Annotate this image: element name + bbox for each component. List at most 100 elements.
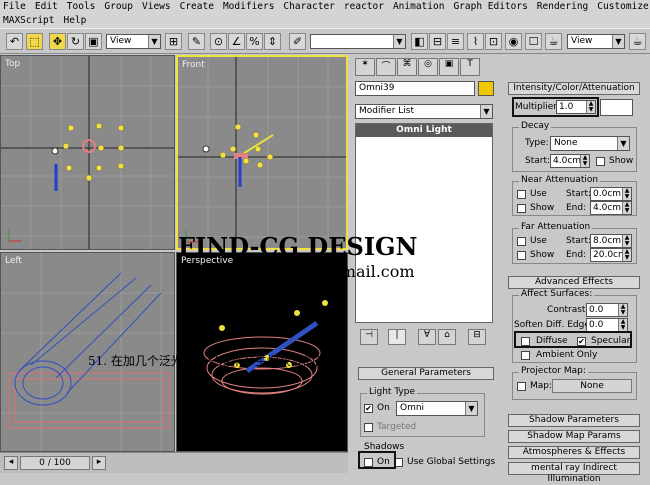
intensity-rollout[interactable]: Intensity/Color/Attenuation: [508, 82, 640, 95]
pin-stack-icon[interactable]: ⊣: [360, 329, 378, 345]
stack-item-omni-light[interactable]: Omni Light: [356, 124, 492, 137]
named-selection-select[interactable]: ▼: [310, 34, 406, 49]
projector-map-label: Projector Map:: [519, 366, 588, 376]
timeline-prev-button[interactable]: ◂: [4, 456, 18, 470]
percent-snap-icon[interactable]: %: [246, 33, 263, 50]
snap-icon[interactable]: ⊙: [210, 33, 227, 50]
show-end-result-icon[interactable]: |: [388, 329, 406, 345]
near-end-spinner[interactable]: 4.0cm ▲ ▼: [590, 201, 632, 215]
undo-icon[interactable]: ↶: [6, 33, 23, 50]
menu-item-maxscript[interactable]: MAXScript: [3, 15, 54, 28]
shadow-parameters-rollout[interactable]: Shadow Parameters: [508, 414, 640, 427]
decay-type-select[interactable]: None ▼: [550, 136, 630, 151]
near-use-checkbox[interactable]: [517, 190, 526, 199]
near-end-label: End:: [566, 203, 587, 213]
advanced-effects-rollout[interactable]: Advanced Effects: [508, 276, 640, 289]
move-icon[interactable]: ✥: [49, 33, 66, 50]
near-show-checkbox[interactable]: [517, 204, 526, 213]
mental-ray-indirect-rollout[interactable]: mental ray Indirect Illumination: [508, 462, 640, 484]
create-tab-icon[interactable]: ✶: [355, 58, 375, 76]
shadows-highlight: [358, 451, 396, 469]
material-editor-icon[interactable]: ◉: [505, 33, 522, 50]
ambient-only-checkbox[interactable]: [521, 351, 530, 360]
light-type-select[interactable]: Omni ▼: [396, 401, 478, 416]
object-color-swatch[interactable]: [478, 81, 494, 96]
menu-item-reactor[interactable]: reactor: [344, 1, 384, 14]
light-color-swatch[interactable]: [600, 99, 633, 116]
modify-tab-icon[interactable]: ⌒: [376, 58, 396, 76]
schematic-icon[interactable]: ⊡: [485, 33, 502, 50]
decay-type-label: Type:: [525, 138, 549, 148]
mirror-icon[interactable]: ◧: [411, 33, 428, 50]
render-icon[interactable]: ☕: [545, 33, 562, 50]
viewport-front[interactable]: Front: [176, 55, 348, 250]
atmospheres-effects-rollout[interactable]: Atmospheres & Effects: [508, 446, 640, 459]
near-show-label: Show: [530, 203, 555, 213]
menu-item-edit[interactable]: Edit: [35, 1, 58, 14]
make-unique-icon[interactable]: ∀: [418, 329, 436, 345]
far-show-checkbox[interactable]: [517, 251, 526, 260]
menu-item-graph-editors[interactable]: Graph Editors: [453, 1, 527, 14]
select-icon[interactable]: ⬚: [26, 33, 43, 50]
object-name-field[interactable]: Omni39: [355, 81, 475, 96]
scale-icon[interactable]: ▣: [85, 33, 102, 50]
menu-bar: File Edit Tools Group Views Create Modifiers Ch…: [0, 0, 650, 28]
render-view-select[interactable]: View ▼: [567, 34, 625, 49]
projector-map-button[interactable]: None: [552, 379, 632, 393]
display-tab-icon[interactable]: ▣: [439, 58, 459, 76]
hierarchy-tab-icon[interactable]: ⌘: [397, 58, 417, 76]
general-parameters-rollout[interactable]: General Parameters: [358, 367, 494, 380]
angle-snap-icon[interactable]: ∠: [228, 33, 245, 50]
menu-item-file[interactable]: File: [3, 1, 26, 14]
affect-surfaces-label: Affect Surfaces:: [519, 289, 595, 299]
far-end-spinner[interactable]: 20.0cm ▲ ▼: [590, 248, 632, 262]
configure-sets-icon[interactable]: ⊟: [468, 329, 486, 345]
menu-item-views[interactable]: Views: [142, 1, 171, 14]
reference-coord-select[interactable]: View ▼: [106, 34, 161, 49]
quick-render-icon[interactable]: ☕: [629, 33, 646, 50]
menu-item-animation[interactable]: Animation: [393, 1, 444, 14]
align-icon[interactable]: ⊟: [429, 33, 446, 50]
menu-item-group[interactable]: Group: [104, 1, 133, 14]
motion-tab-icon[interactable]: ◎: [418, 58, 438, 76]
decay-label: Decay: [519, 121, 552, 131]
far-start-spinner[interactable]: 8.0cm ▲ ▼: [590, 234, 632, 248]
utilities-tab-icon[interactable]: T: [460, 58, 480, 76]
rotate-icon[interactable]: ↻: [67, 33, 84, 50]
far-show-label: Show: [530, 250, 555, 260]
layer-icon[interactable]: ≡: [447, 33, 464, 50]
pivot-icon[interactable]: ⊞: [165, 33, 182, 50]
global-settings-label: Use Global Settings: [407, 457, 496, 467]
time-slider[interactable]: 0 / 100: [20, 456, 90, 470]
contrast-spinner[interactable]: 0.0 ▲ ▼: [586, 303, 628, 317]
menu-item-create[interactable]: Create: [180, 1, 214, 14]
top-view-scene: [1, 56, 174, 249]
menu-item-customize[interactable]: Customize: [597, 1, 648, 14]
map-checkbox[interactable]: [517, 382, 526, 391]
manipulate-icon[interactable]: ✎: [188, 33, 205, 50]
render-setup-icon[interactable]: ☐: [525, 33, 542, 50]
named-sets-icon[interactable]: ✐: [289, 33, 306, 50]
viewport-top[interactable]: Top: [0, 55, 175, 250]
spinner-snap-icon[interactable]: ⇕: [264, 33, 281, 50]
light-on-checkbox[interactable]: ✔: [364, 404, 373, 413]
menu-item-character[interactable]: Character: [283, 1, 334, 14]
decay-show-checkbox[interactable]: [596, 157, 605, 166]
modifier-stack[interactable]: Omni Light: [355, 123, 493, 323]
decay-start-spinner[interactable]: 4.0cm ▲ ▼: [550, 154, 590, 168]
menu-item-rendering[interactable]: Rendering: [537, 1, 588, 14]
curve-editor-icon[interactable]: ⌇: [467, 33, 484, 50]
tutorial-caption: 51. 在加几个泛光灯，只用来产生烟灰缸的高光。: [88, 354, 351, 368]
soften-spinner[interactable]: 0.0 ▲ ▼: [586, 318, 628, 332]
modifier-list-select[interactable]: Modifier List ▼: [355, 104, 493, 119]
shadow-map-params-rollout[interactable]: Shadow Map Params: [508, 430, 640, 443]
near-start-spinner[interactable]: 0.0cm ▲ ▼: [590, 187, 632, 201]
far-use-checkbox[interactable]: [517, 237, 526, 246]
menu-item-help[interactable]: Help: [63, 15, 86, 28]
timeline-next-button[interactable]: ▸: [92, 456, 106, 470]
menu-item-modifiers[interactable]: Modifiers: [223, 1, 274, 14]
remove-modifier-icon[interactable]: ⌂: [438, 329, 456, 345]
menu-item-tools[interactable]: Tools: [67, 1, 96, 14]
near-use-label: Use: [530, 189, 547, 199]
targeted-checkbox[interactable]: [364, 423, 373, 432]
